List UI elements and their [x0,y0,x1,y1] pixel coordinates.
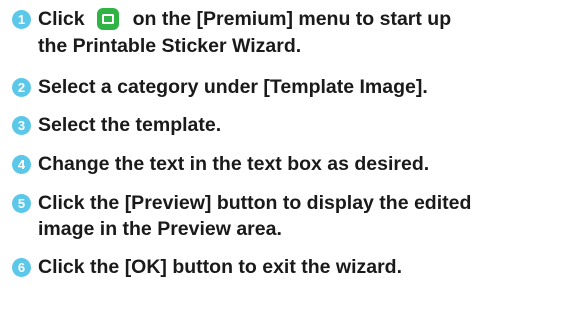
step-1-text-line2: the Printable Sticker Wizard. [38,35,302,57]
step-number-badge: 1 [12,10,31,29]
step-1-text-before: Click [38,8,85,30]
step-5-text-line2: image in the Preview area. [38,218,282,240]
step-3: 3 Select the template. [12,112,567,138]
step-number-badge: 2 [12,78,31,97]
step-2-text: Select a category under [Template Image]… [38,76,428,98]
instruction-steps: 1 Click on the [Premium] menu to start up… [12,6,567,294]
step-4: 4 Change the text in the text box as des… [12,151,567,177]
step-1: 1 Click on the [Premium] menu to start up… [12,6,567,60]
step-6: 6 Click the [OK] button to exit the wiza… [12,254,567,280]
step-number-badge: 5 [12,194,31,213]
step-number-badge: 3 [12,116,31,135]
step-5: 5 Click the [Preview] button to display … [12,190,567,242]
step-1-text-after: on the [Premium] menu to start up [132,8,452,30]
step-3-text: Select the template. [38,114,222,136]
step-number-badge: 6 [12,258,31,277]
step-6-text: Click the [OK] button to exit the wizard… [38,256,403,278]
step-4-text: Change the text in the text box as desir… [38,153,430,175]
step-5-text: Click the [Preview] button to display th… [38,192,472,214]
printable-sticker-icon [96,8,119,30]
step-2: 2 Select a category under [Template Imag… [12,74,567,100]
step-number-badge: 4 [12,155,31,174]
